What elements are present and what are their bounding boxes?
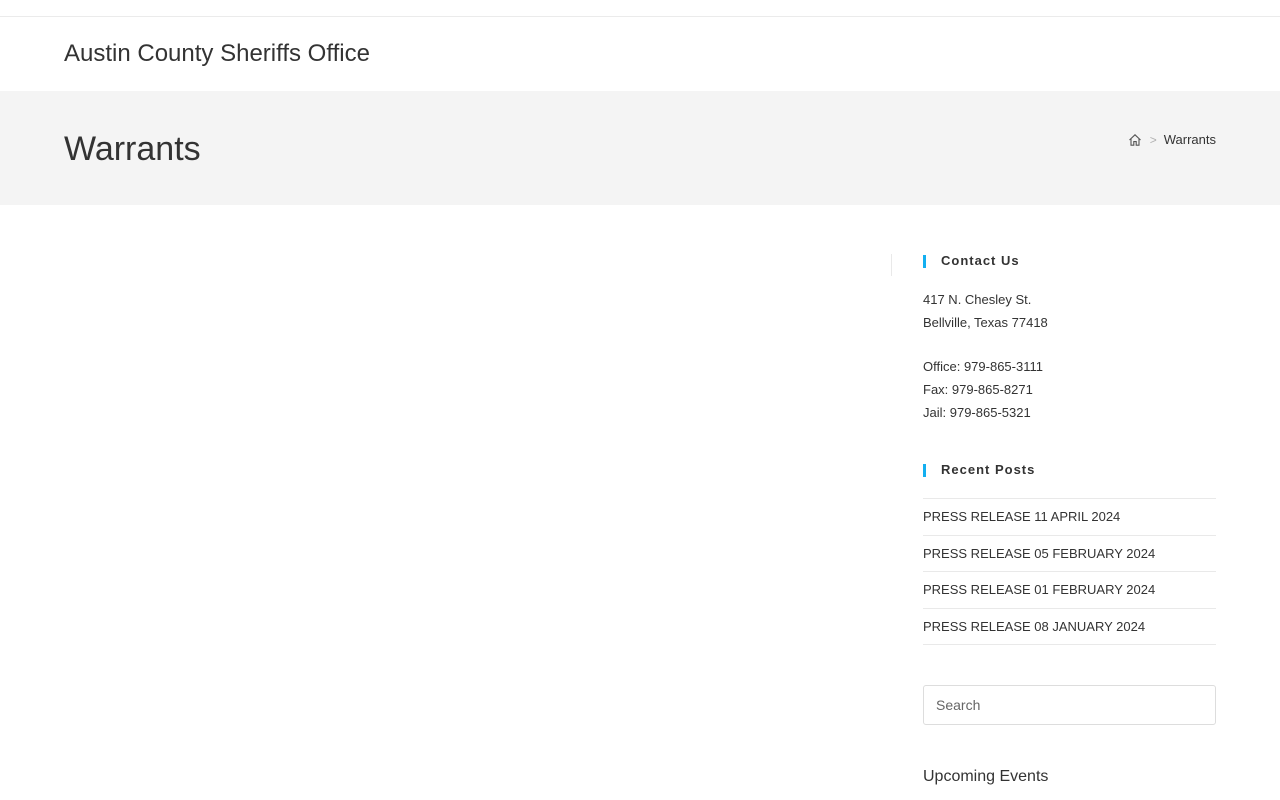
breadcrumb-separator: > xyxy=(1149,133,1157,147)
contact-widget-title: Contact Us xyxy=(923,246,1216,276)
recent-post-link[interactable]: PRESS RELEASE 01 FEBRUARY 2024 xyxy=(923,572,1216,609)
page-header: Warrants > Warrants xyxy=(0,91,1280,205)
page-title: Warrants xyxy=(64,130,201,168)
address-line-1: 417 N. Chesley St. xyxy=(923,292,1032,307)
fax-number: Fax: 979-865-8271 xyxy=(923,382,1033,397)
contact-widget: Contact Us 417 N. Chesley St. Bellville,… xyxy=(923,246,1216,424)
breadcrumb: > Warrants xyxy=(1128,131,1216,149)
jail-phone: Jail: 979-865-5321 xyxy=(923,405,1031,420)
home-icon[interactable] xyxy=(1128,133,1142,147)
breadcrumb-current: Warrants xyxy=(1163,132,1216,147)
contact-info: 417 N. Chesley St. Bellville, Texas 7741… xyxy=(923,288,1216,424)
sidebar: Contact Us 417 N. Chesley St. Bellville,… xyxy=(923,246,1216,787)
search-input[interactable] xyxy=(923,685,1216,725)
site-title-link[interactable]: Austin County Sheriffs Office xyxy=(64,40,370,68)
recent-posts-list: PRESS RELEASE 11 APRIL 2024 PRESS RELEAS… xyxy=(923,498,1216,645)
recent-posts-title: Recent Posts xyxy=(923,455,1216,485)
site-header: Austin County Sheriffs Office xyxy=(0,17,1280,91)
recent-post-link[interactable]: PRESS RELEASE 08 JANUARY 2024 xyxy=(923,609,1216,645)
recent-posts-widget: Recent Posts PRESS RELEASE 11 APRIL 2024… xyxy=(923,455,1216,645)
address-line-2: Bellville, Texas 77418 xyxy=(923,315,1048,330)
office-phone: Office: 979-865-3111 xyxy=(923,359,1043,374)
top-bar xyxy=(0,0,1280,17)
recent-post-link[interactable]: PRESS RELEASE 05 FEBRUARY 2024 xyxy=(923,536,1216,572)
recent-post-link[interactable]: PRESS RELEASE 11 APRIL 2024 xyxy=(923,499,1216,536)
content-divider xyxy=(891,254,892,276)
upcoming-events-title: Upcoming Events xyxy=(923,768,1049,785)
